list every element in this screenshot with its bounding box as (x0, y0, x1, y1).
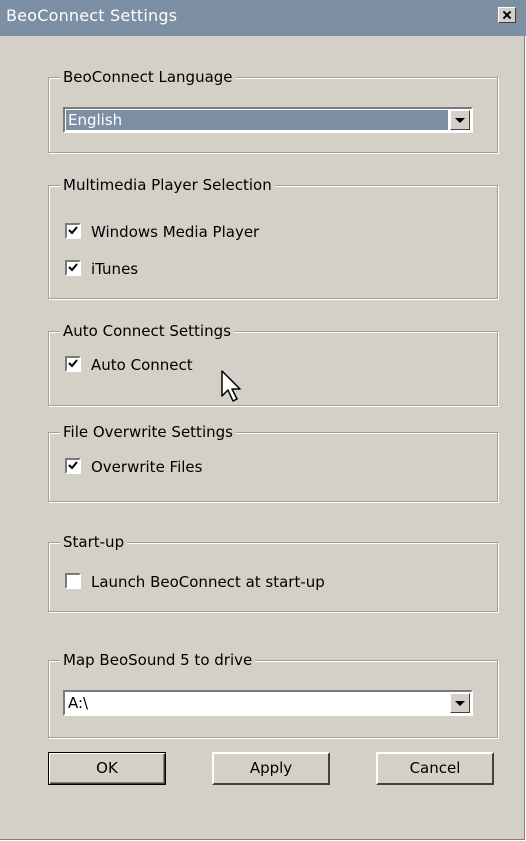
overwrite-group-label: File Overwrite Settings (60, 422, 236, 442)
ok-button[interactable]: OK (48, 752, 166, 785)
drive-group: Map BeoSound 5 to drive A:\ (48, 650, 498, 738)
drive-group-label: Map BeoSound 5 to drive (60, 650, 256, 670)
checkbox-unchecked-icon[interactable] (65, 573, 81, 589)
settings-dialog: BeoConnect Settings BeoConnect Language … (0, 0, 526, 840)
language-select[interactable]: English (63, 107, 473, 133)
checkbox-checked-icon[interactable] (65, 223, 81, 239)
startup-group: Start-up Launch BeoConnect at start-up (48, 532, 498, 612)
itunes-label: iTunes (91, 260, 139, 278)
overwrite-files-label: Overwrite Files (91, 458, 203, 476)
drive-select[interactable]: A:\ (63, 690, 473, 716)
launch-at-startup-label: Launch BeoConnect at start-up (91, 573, 325, 591)
auto-connect-group: Auto Connect Settings Auto Connect (48, 321, 498, 406)
chevron-down-icon[interactable] (450, 110, 470, 130)
overwrite-group: File Overwrite Settings Overwrite Files (48, 422, 498, 502)
language-group-label: BeoConnect Language (60, 67, 236, 87)
checkbox-checked-icon[interactable] (65, 356, 81, 372)
chevron-down-icon[interactable] (450, 693, 470, 713)
auto-connect-label: Auto Connect (91, 356, 193, 374)
close-icon[interactable] (498, 7, 516, 23)
checkbox-checked-icon[interactable] (65, 260, 81, 276)
drive-select-value: A:\ (68, 694, 89, 712)
title-bar[interactable]: BeoConnect Settings (0, 0, 526, 36)
language-group: BeoConnect Language English (48, 67, 498, 153)
checkbox-checked-icon[interactable] (65, 458, 81, 474)
language-selection-highlight (66, 110, 448, 130)
language-select-value: English (68, 111, 123, 129)
cancel-button[interactable]: Cancel (376, 752, 494, 785)
player-group-label: Multimedia Player Selection (60, 175, 275, 195)
window-title: BeoConnect Settings (6, 6, 178, 25)
auto-connect-group-label: Auto Connect Settings (60, 321, 234, 341)
apply-button[interactable]: Apply (212, 752, 330, 785)
startup-group-label: Start-up (60, 532, 128, 552)
windows-media-player-label: Windows Media Player (91, 223, 260, 241)
mouse-cursor-icon (221, 370, 241, 402)
player-group: Multimedia Player Selection Windows Medi… (48, 175, 498, 299)
